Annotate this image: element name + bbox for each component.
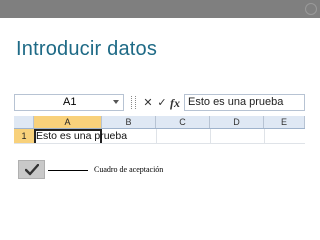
formula-bar: A1 ✕ ✓ fx Esto es una prueba	[14, 94, 305, 112]
check-icon	[25, 164, 39, 176]
select-all-corner[interactable]	[14, 116, 34, 128]
column-header-a[interactable]: A	[34, 116, 102, 128]
column-header-b[interactable]: B	[102, 116, 156, 128]
enter-check-icon[interactable]: ✓	[156, 96, 168, 110]
name-box[interactable]: A1	[14, 94, 124, 111]
column-header-d[interactable]: D	[210, 116, 264, 128]
table-row: 1 Esto es una prueba	[14, 129, 305, 144]
top-banner	[0, 0, 320, 18]
gridline	[264, 129, 265, 143]
column-header-e[interactable]: E	[264, 116, 305, 128]
connector-line	[48, 170, 88, 171]
column-header-c[interactable]: C	[156, 116, 210, 128]
slide-title: Introducir datos	[16, 38, 158, 60]
excel-screenshot: A1 ✕ ✓ fx Esto es una prueba A B C D E 1…	[14, 90, 305, 144]
name-box-value: A1	[63, 96, 77, 108]
cell-a1-text: Esto es una prueba	[36, 130, 128, 142]
circle-decoration-icon	[305, 3, 317, 15]
acceptance-caption: Cuadro de aceptación	[94, 165, 164, 174]
insert-function-icon[interactable]: fx	[169, 96, 181, 110]
gridline	[210, 129, 211, 143]
cancel-icon[interactable]: ✕	[142, 96, 154, 110]
gridline	[156, 129, 157, 143]
dropdown-arrow-icon[interactable]	[113, 100, 119, 104]
accept-button[interactable]	[18, 160, 45, 179]
resize-grip-icon[interactable]	[131, 96, 136, 109]
row-header-1[interactable]: 1	[14, 129, 34, 143]
formula-input[interactable]: Esto es una prueba	[184, 94, 305, 111]
column-headers: A B C D E	[14, 116, 305, 129]
